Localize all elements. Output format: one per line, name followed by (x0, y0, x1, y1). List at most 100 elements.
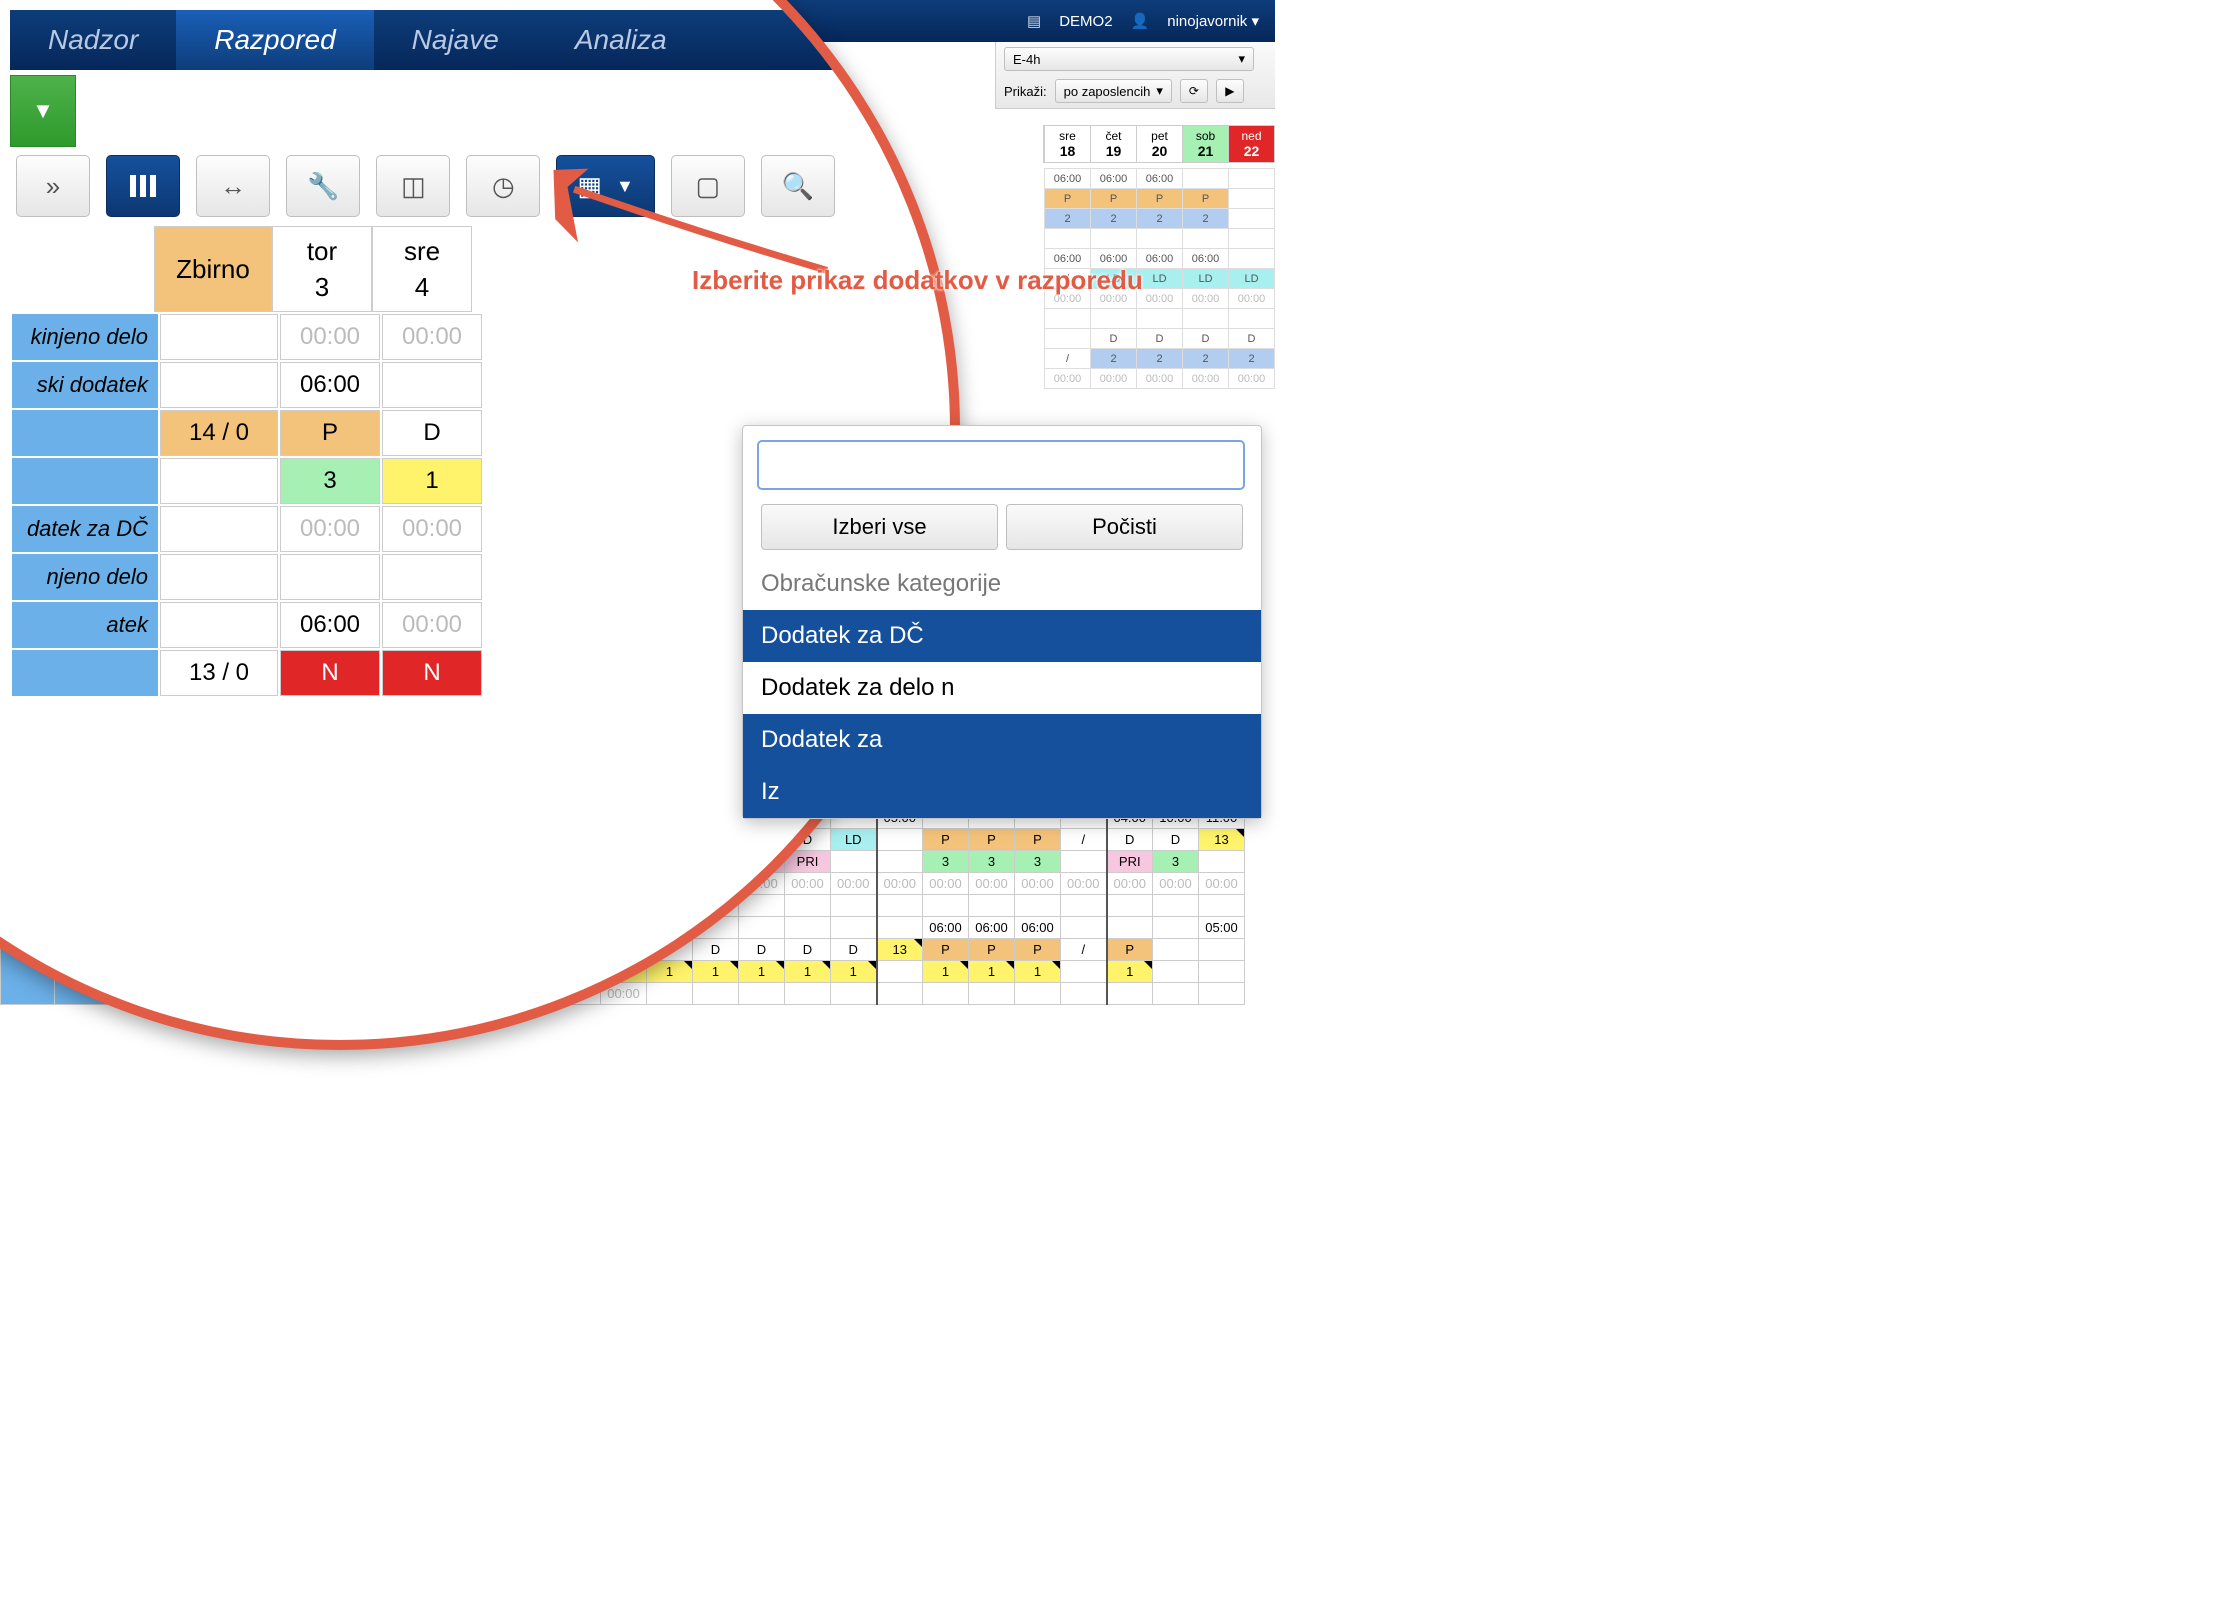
shift-cell[interactable] (1107, 917, 1153, 939)
shift-cell[interactable]: P (1015, 939, 1061, 961)
mini-cell[interactable]: P (1137, 189, 1183, 209)
mini-cell[interactable]: P (1045, 189, 1091, 209)
mini-cell[interactable]: D (1229, 329, 1275, 349)
day-header[interactable]: sre18 (1044, 126, 1090, 162)
shift-cell[interactable]: 1 (785, 961, 831, 983)
shift-cell[interactable]: 1 (831, 961, 877, 983)
mini-cell[interactable]: P (1183, 189, 1229, 209)
prikazi-select[interactable]: po zaposlencih ▾ (1055, 79, 1172, 103)
mini-cell[interactable] (1183, 169, 1229, 189)
shift-cell[interactable] (877, 917, 923, 939)
shift-cell[interactable]: 00:00 (923, 873, 969, 895)
shift-cell[interactable] (1061, 895, 1107, 917)
shift-cell[interactable] (831, 983, 877, 1005)
mini-cell[interactable]: 06:00 (1091, 169, 1137, 189)
shift-cell[interactable] (1107, 895, 1153, 917)
mini-cell[interactable]: P (1091, 189, 1137, 209)
shift-cell[interactable] (923, 895, 969, 917)
shift-cell[interactable] (1153, 895, 1199, 917)
columns-button[interactable] (106, 155, 180, 217)
shift-cell[interactable] (1153, 917, 1199, 939)
plan-select[interactable]: E-4h▾ (1004, 47, 1254, 71)
dropdown-option[interactable]: Iz (743, 766, 1261, 818)
mini-cell[interactable] (1183, 229, 1229, 249)
layout-button[interactable]: ◫ (376, 155, 450, 217)
day-header[interactable]: sob21 (1182, 126, 1228, 162)
shift-cell[interactable] (1199, 895, 1245, 917)
shift-cell[interactable] (877, 961, 923, 983)
shift-cell[interactable]: 1 (969, 961, 1015, 983)
org-name[interactable]: DEMO2 (1059, 13, 1112, 30)
mini-cell[interactable]: 00:00 (1183, 289, 1229, 309)
shift-cell[interactable] (831, 917, 877, 939)
shift-cell[interactable]: 00:00 (1199, 873, 1245, 895)
shift-cell[interactable]: D (693, 939, 739, 961)
shift-cell[interactable]: 1 (1015, 961, 1061, 983)
shift-cell[interactable]: 00:00 (1153, 873, 1199, 895)
shift-cell[interactable]: / (1061, 829, 1107, 851)
shift-cell[interactable] (1153, 939, 1199, 961)
settings-button[interactable]: 🔧 (286, 155, 360, 217)
shift-cell[interactable] (831, 851, 877, 873)
shift-cell[interactable] (1199, 983, 1245, 1005)
zoom-nav-razpored[interactable]: Razpored (176, 10, 373, 70)
shift-cell[interactable]: D (831, 939, 877, 961)
mini-cell[interactable]: 2 (1045, 209, 1091, 229)
mini-cell[interactable]: D (1091, 329, 1137, 349)
day-header[interactable]: ned22 (1228, 126, 1274, 162)
shift-cell[interactable]: D (785, 939, 831, 961)
mini-cell[interactable] (1137, 229, 1183, 249)
shift-cell[interactable]: 1 (693, 961, 739, 983)
mini-cell[interactable]: LD (1229, 269, 1275, 289)
day-header[interactable]: pet20 (1136, 126, 1182, 162)
mini-cell[interactable]: 2 (1137, 349, 1183, 369)
shift-cell[interactable] (877, 983, 923, 1005)
mini-cell[interactable]: 00:00 (1137, 369, 1183, 389)
shift-cell[interactable]: P (1107, 939, 1153, 961)
mini-cell[interactable]: 00:00 (1045, 369, 1091, 389)
mini-cell[interactable] (1229, 309, 1275, 329)
mini-cell[interactable] (1229, 189, 1275, 209)
select-all-button[interactable]: Izberi vse (761, 504, 998, 550)
shift-cell[interactable]: 00:00 (831, 873, 877, 895)
mini-cell[interactable]: 2 (1091, 209, 1137, 229)
shift-cell[interactable]: D (1153, 829, 1199, 851)
clear-button[interactable]: Počisti (1006, 504, 1243, 550)
shift-cell[interactable]: P (1015, 829, 1061, 851)
zoom-nav-nadzor[interactable]: Nadzor (10, 10, 176, 70)
dropdown-option[interactable]: Dodatek za DČ (743, 610, 1261, 662)
shift-cell[interactable] (877, 895, 923, 917)
shift-cell[interactable] (693, 983, 739, 1005)
mini-cell[interactable] (1045, 309, 1091, 329)
shift-cell[interactable]: PRI (1107, 851, 1153, 873)
shift-cell[interactable] (969, 983, 1015, 1005)
shift-cell[interactable]: 00:00 (969, 873, 1015, 895)
shift-cell[interactable]: 13 (877, 939, 923, 961)
shift-cell[interactable]: 00:00 (1015, 873, 1061, 895)
shift-cell[interactable]: 06:00 (923, 917, 969, 939)
refresh-button[interactable]: ⟳ (1180, 79, 1208, 103)
mini-cell[interactable]: 00:00 (1137, 289, 1183, 309)
shift-cell[interactable] (1199, 961, 1245, 983)
shift-cell[interactable]: P (969, 829, 1015, 851)
zoom-nav-najave[interactable]: Najave (374, 10, 537, 70)
clock-button[interactable]: ◷ (466, 155, 540, 217)
zoom-add-button[interactable]: ▼ (10, 75, 76, 147)
mini-cell[interactable]: D (1183, 329, 1229, 349)
shift-cell[interactable]: 1 (923, 961, 969, 983)
mini-cell[interactable] (1229, 169, 1275, 189)
shift-cell[interactable] (1015, 895, 1061, 917)
mini-cell[interactable] (1183, 309, 1229, 329)
shift-cell[interactable] (785, 983, 831, 1005)
mini-cell[interactable] (1229, 209, 1275, 229)
mini-cell[interactable] (1229, 229, 1275, 249)
shift-cell[interactable] (1153, 961, 1199, 983)
mini-cell[interactable]: 2 (1229, 349, 1275, 369)
shift-cell[interactable]: 06:00 (1015, 917, 1061, 939)
shift-cell[interactable]: 06:00 (969, 917, 1015, 939)
shift-cell[interactable]: D (1107, 829, 1153, 851)
shift-cell[interactable] (831, 895, 877, 917)
shift-cell[interactable] (923, 983, 969, 1005)
shift-cell[interactable] (1015, 983, 1061, 1005)
shift-cell[interactable]: 00:00 (1107, 873, 1153, 895)
